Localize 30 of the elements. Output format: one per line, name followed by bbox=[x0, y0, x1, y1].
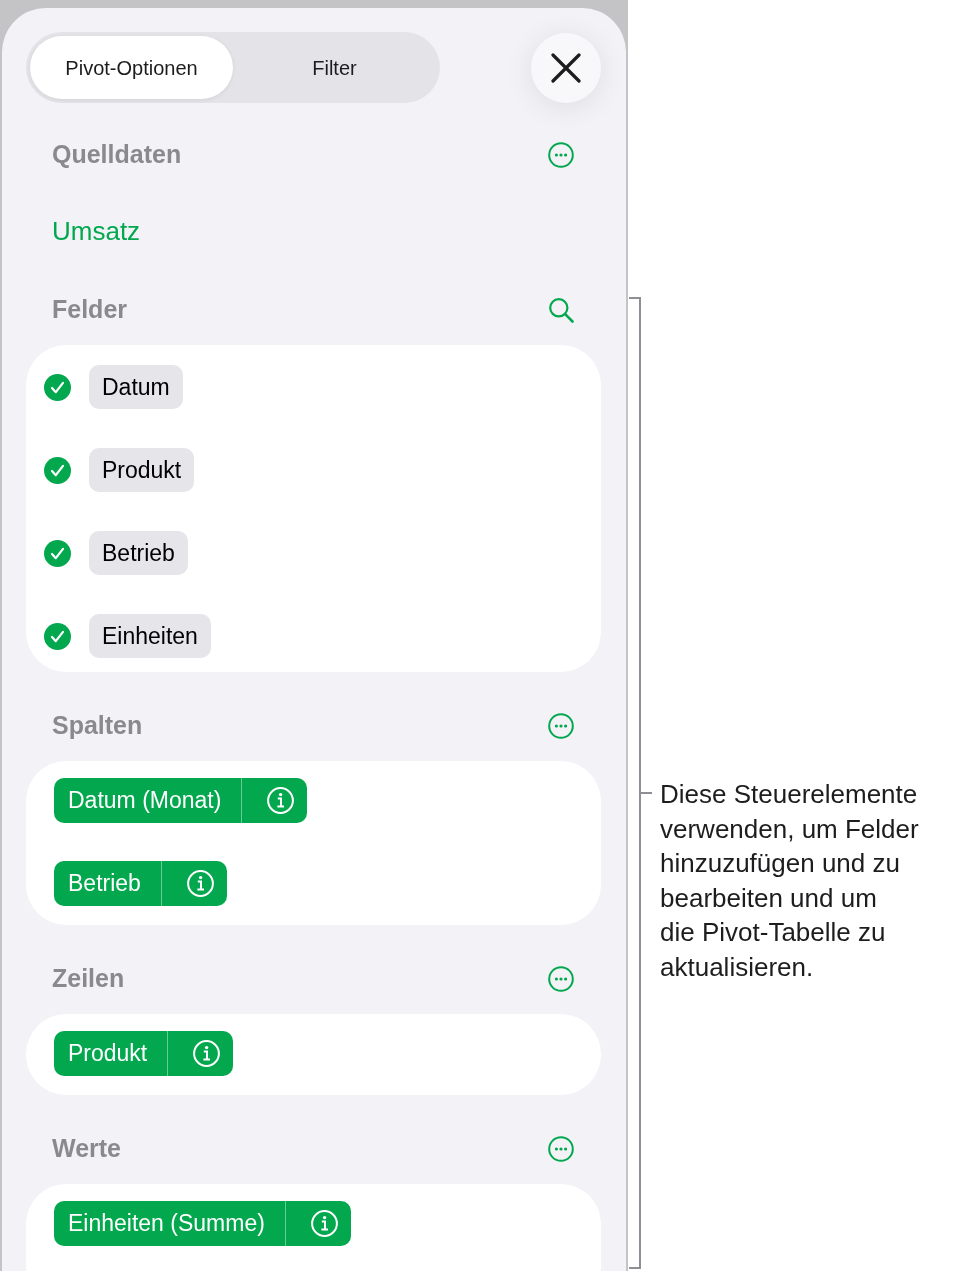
more-icon[interactable] bbox=[548, 713, 574, 739]
field-chip[interactable]: Produkt bbox=[89, 448, 195, 492]
section-title: Spalten bbox=[52, 710, 143, 742]
more-icon[interactable] bbox=[548, 966, 574, 992]
segment-tab[interactable]: Pivot-Optionen bbox=[30, 36, 233, 99]
field-chip[interactable]: Datum bbox=[89, 365, 183, 409]
field-chip[interactable]: Betrieb bbox=[89, 531, 188, 575]
close-icon bbox=[551, 52, 581, 83]
field-chip[interactable]: Einheiten bbox=[89, 614, 211, 658]
check-icon[interactable] bbox=[44, 539, 71, 567]
check-icon[interactable] bbox=[44, 622, 71, 650]
section-title: Werte bbox=[52, 1133, 121, 1165]
info-icon bbox=[186, 870, 214, 897]
info-button[interactable] bbox=[167, 1031, 234, 1076]
section-title: Quelldaten bbox=[52, 139, 182, 171]
callout-text: Diese Steuerelemente verwenden, um Felder hinzuzufügen und zu bearbeiten und um die Pivot-Tabelle zu aktualisieren. bbox=[660, 778, 920, 984]
info-icon bbox=[310, 1210, 338, 1237]
section-title: Zeilen bbox=[52, 963, 125, 995]
segment-tab[interactable]: Filter bbox=[233, 36, 436, 99]
check-icon[interactable] bbox=[44, 373, 71, 401]
info-button[interactable] bbox=[284, 1201, 351, 1246]
info-icon bbox=[193, 1040, 221, 1067]
info-button[interactable] bbox=[241, 778, 308, 823]
more-icon[interactable] bbox=[548, 142, 574, 168]
info-button[interactable] bbox=[160, 861, 227, 906]
check-icon[interactable] bbox=[44, 456, 71, 484]
section-title: Felder bbox=[52, 294, 128, 326]
search-icon[interactable] bbox=[548, 297, 574, 323]
more-icon[interactable] bbox=[548, 1136, 574, 1162]
info-icon bbox=[267, 787, 295, 814]
